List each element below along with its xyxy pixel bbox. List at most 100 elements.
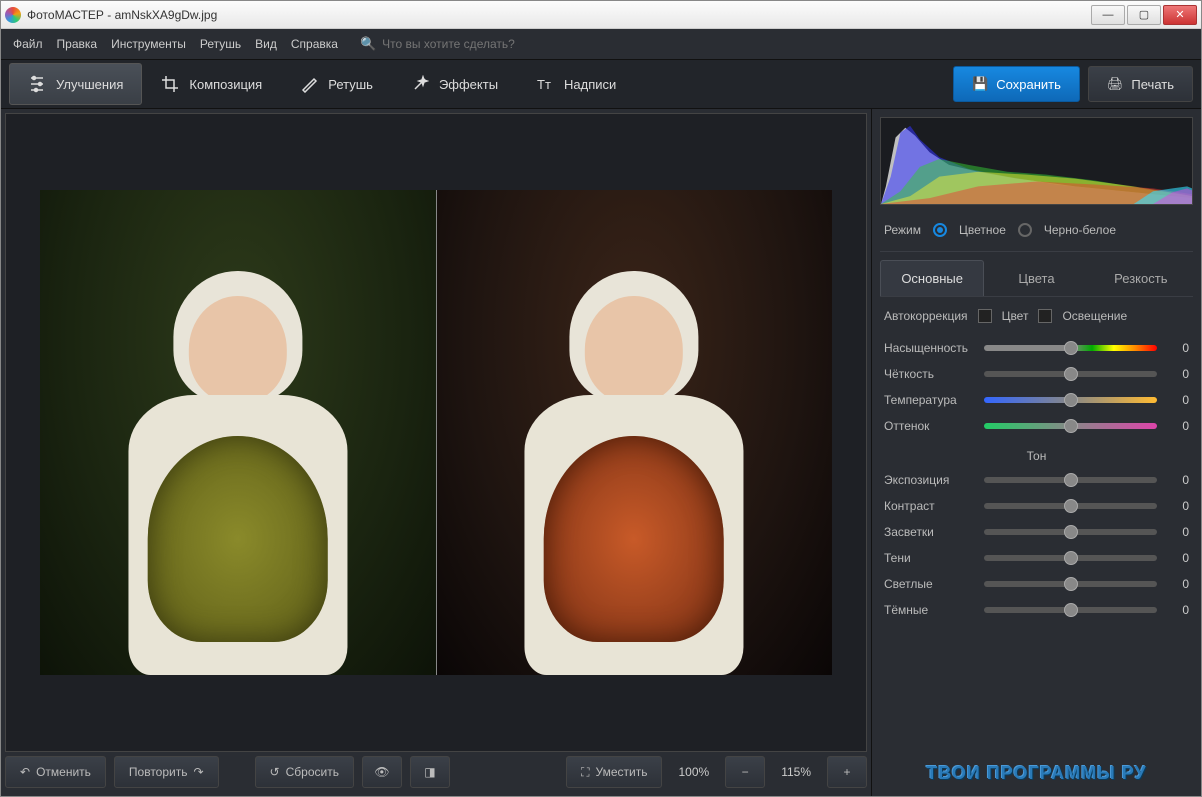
reset-button[interactable]: ↺Сбросить	[255, 756, 354, 788]
plus-icon: +	[843, 765, 850, 779]
slider-shadows-label: Тени	[884, 551, 976, 565]
slider-thumb[interactable]	[1064, 551, 1078, 565]
canvas-viewport[interactable]	[5, 113, 867, 752]
save-button[interactable]: 💾 Сохранить	[953, 66, 1080, 102]
slider-tint-track[interactable]	[984, 423, 1157, 429]
slider-blacks-track[interactable]	[984, 607, 1157, 613]
checkbox-light[interactable]	[1038, 309, 1052, 323]
radio-bw[interactable]	[1018, 223, 1032, 237]
slider-exposure-label: Экспозиция	[884, 473, 976, 487]
print-button[interactable]: 🖨 Печать	[1088, 66, 1193, 102]
side-tab-basic[interactable]: Основные	[880, 260, 984, 296]
slider-temperature-track[interactable]	[984, 397, 1157, 403]
tab-text-label: Надписи	[564, 77, 616, 92]
slider-blacks: Тёмные 0	[880, 597, 1193, 623]
slider-thumb[interactable]	[1064, 577, 1078, 591]
text-icon: Tт	[536, 75, 554, 93]
slider-highlights: Засветки 0	[880, 519, 1193, 545]
compare-view	[40, 190, 831, 674]
minus-icon: −	[742, 765, 749, 779]
slider-clarity-track[interactable]	[984, 371, 1157, 377]
save-icon: 💾	[972, 76, 988, 92]
slider-thumb[interactable]	[1064, 499, 1078, 513]
undo-button[interactable]: ↶Отменить	[5, 756, 106, 788]
photo-before	[40, 190, 436, 674]
reset-icon: ↺	[270, 765, 280, 779]
main-toolbar: Улучшения Композиция Ретушь Эффекты	[1, 59, 1201, 109]
tone-header: Тон	[880, 439, 1193, 467]
tab-composition[interactable]: Композиция	[142, 63, 281, 105]
slider-thumb[interactable]	[1064, 525, 1078, 539]
sliders-container: Насыщенность 0 Чёткость 0 Температура 0	[880, 335, 1193, 747]
mode-row: Режим Цветное Черно-белое	[880, 215, 1193, 252]
tab-retouch[interactable]: Ретушь	[281, 63, 392, 105]
slider-saturation-track[interactable]	[984, 345, 1157, 351]
zoom-out-button[interactable]: −	[725, 756, 765, 788]
wand-icon	[411, 75, 429, 93]
compare-button[interactable]: ◨	[410, 756, 450, 788]
menubar: Файл Правка Инструменты Ретушь Вид Справ…	[1, 29, 1201, 59]
side-tab-colors[interactable]: Цвета	[984, 260, 1088, 296]
slider-highlights-track[interactable]	[984, 529, 1157, 535]
auto-color-label: Цвет	[1002, 309, 1029, 323]
watermark: ТВОИ ПРОГРАММЫ РУ	[880, 747, 1193, 792]
print-icon: 🖨	[1107, 76, 1124, 92]
menu-view[interactable]: Вид	[255, 37, 277, 51]
slider-thumb[interactable]	[1064, 473, 1078, 487]
menu-edit[interactable]: Правка	[57, 37, 98, 51]
save-label: Сохранить	[996, 77, 1061, 92]
minimize-button[interactable]: —	[1091, 5, 1125, 25]
maximize-button[interactable]: ▢	[1127, 5, 1161, 25]
slider-saturation-label: Насыщенность	[884, 341, 976, 355]
zoom-in-button[interactable]: +	[827, 756, 867, 788]
menu-file[interactable]: Файл	[13, 37, 43, 51]
photo-after	[437, 190, 832, 674]
slider-thumb[interactable]	[1064, 367, 1078, 381]
slider-exposure-track[interactable]	[984, 477, 1157, 483]
slider-clarity-label: Чёткость	[884, 367, 976, 381]
slider-clarity: Чёткость 0	[880, 361, 1193, 387]
radio-color[interactable]	[933, 223, 947, 237]
fit-icon: ⛶	[581, 765, 589, 780]
fit-button[interactable]: ⛶Уместить	[566, 756, 662, 788]
mode-label: Режим	[884, 223, 921, 237]
tab-retouch-label: Ретушь	[328, 77, 373, 92]
slider-shadows-track[interactable]	[984, 555, 1157, 561]
window-title: ФотоМАСТЕР - amNskXA9gDw.jpg	[27, 8, 1089, 22]
menu-instruments[interactable]: Инструменты	[111, 37, 186, 51]
slider-thumb[interactable]	[1064, 393, 1078, 407]
zoom-current-label: 115%	[773, 765, 819, 779]
slider-thumb[interactable]	[1064, 603, 1078, 617]
checkbox-color[interactable]	[978, 309, 992, 323]
slider-contrast: Контраст 0	[880, 493, 1193, 519]
crop-icon	[161, 75, 179, 93]
slider-thumb[interactable]	[1064, 341, 1078, 355]
redo-label: Повторить	[129, 765, 188, 779]
autocorrection-row: Автокоррекция Цвет Освещение	[880, 297, 1193, 335]
slider-tint-value: 0	[1165, 419, 1189, 433]
redo-button[interactable]: Повторить↷	[114, 756, 219, 788]
slider-contrast-track[interactable]	[984, 503, 1157, 509]
tab-text[interactable]: Tт Надписи	[517, 63, 635, 105]
histogram[interactable]	[880, 117, 1193, 205]
menu-help[interactable]: Справка	[291, 37, 338, 51]
preview-button[interactable]: 👁	[362, 756, 402, 788]
compare-icon: ◨	[424, 765, 435, 779]
side-tab-sharp[interactable]: Резкость	[1089, 260, 1193, 296]
menu-retouch[interactable]: Ретушь	[200, 37, 241, 51]
slider-whites-track[interactable]	[984, 581, 1157, 587]
close-button[interactable]: ✕	[1163, 5, 1197, 25]
slider-whites-label: Светлые	[884, 577, 976, 591]
slider-highlights-label: Засветки	[884, 525, 976, 539]
print-label: Печать	[1131, 77, 1174, 92]
slider-tint: Оттенок 0	[880, 413, 1193, 439]
slider-temperature: Температура 0	[880, 387, 1193, 413]
titlebar[interactable]: ФотоМАСТЕР - amNskXA9gDw.jpg — ▢ ✕	[1, 1, 1201, 29]
slider-exposure-value: 0	[1165, 473, 1189, 487]
tab-effects[interactable]: Эффекты	[392, 63, 517, 105]
search-input[interactable]	[382, 37, 582, 51]
slider-thumb[interactable]	[1064, 419, 1078, 433]
slider-whites-value: 0	[1165, 577, 1189, 591]
slider-shadows-value: 0	[1165, 551, 1189, 565]
tab-enhance[interactable]: Улучшения	[9, 63, 142, 105]
